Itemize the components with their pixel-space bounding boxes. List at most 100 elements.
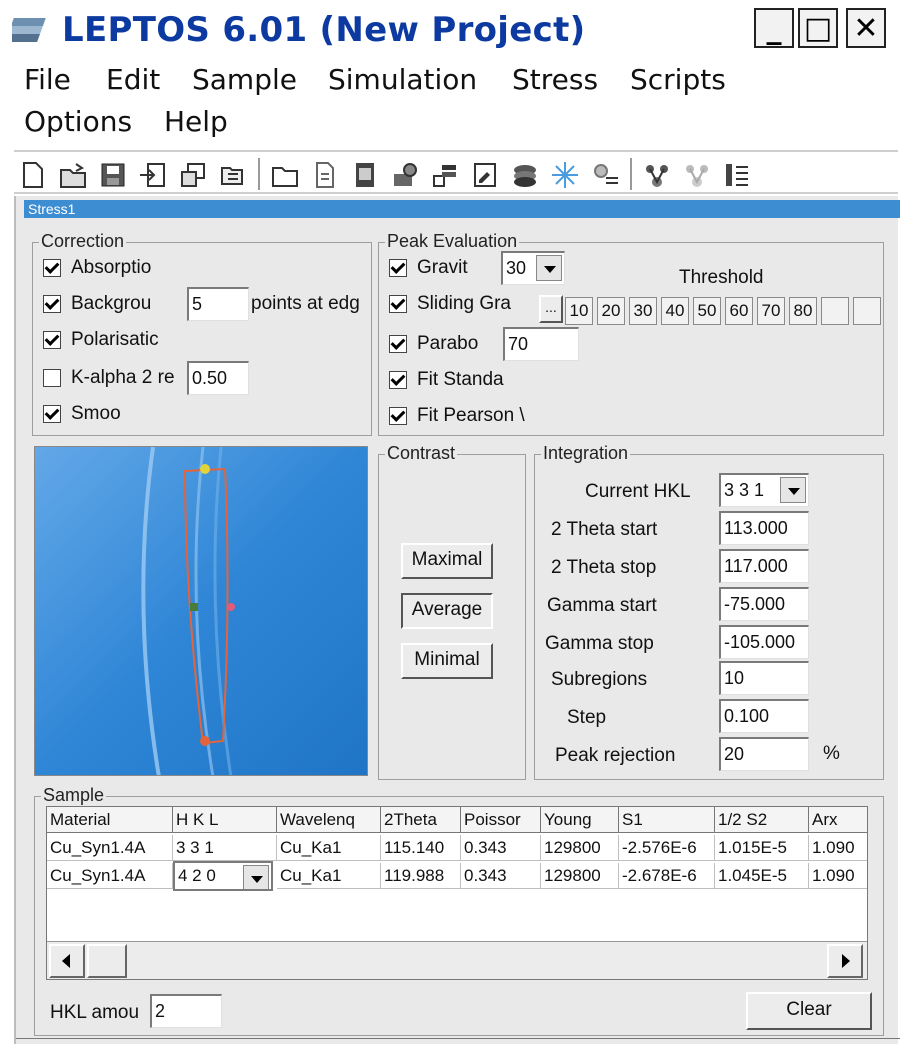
checkbox-box[interactable] bbox=[389, 259, 407, 277]
column-header-young[interactable]: Young bbox=[541, 807, 619, 833]
table-cell[interactable]: 119.988 bbox=[381, 863, 461, 889]
kalpha-ratio-input[interactable]: 0.50 bbox=[187, 361, 249, 395]
table-cell[interactable]: Cu_Ka1 bbox=[277, 863, 381, 889]
maximal-button[interactable]: Maximal bbox=[401, 543, 493, 579]
checkbox-box[interactable] bbox=[43, 331, 61, 349]
minimize-button[interactable]: _ bbox=[754, 8, 794, 48]
table-cell[interactable]: 3 3 1 bbox=[173, 835, 277, 861]
threshold-value[interactable]: 30 bbox=[629, 297, 657, 325]
checkbox-box[interactable] bbox=[43, 405, 61, 423]
column-header-material[interactable]: Material bbox=[47, 807, 173, 833]
column-header-2theta[interactable]: 2Theta bbox=[381, 807, 461, 833]
checkbox-box[interactable] bbox=[43, 369, 61, 387]
roi-top-handle[interactable] bbox=[200, 464, 210, 474]
column-header-poisson[interactable]: Poissor bbox=[461, 807, 541, 833]
bar-layers-icon[interactable] bbox=[430, 160, 460, 190]
table-cell[interactable]: Cu_Syn1.4A bbox=[47, 863, 173, 889]
polarisation-checkbox[interactable]: Polarisatic bbox=[43, 327, 159, 353]
folder-tree-icon[interactable] bbox=[218, 160, 248, 190]
theta-stop-input[interactable]: 117.000 bbox=[719, 549, 809, 583]
parabola-input[interactable]: 70 bbox=[503, 327, 579, 361]
checkbox-box[interactable] bbox=[389, 407, 407, 425]
threshold-value[interactable]: 10 bbox=[565, 297, 593, 325]
chevron-down-icon[interactable] bbox=[243, 865, 269, 889]
background-points-input[interactable]: 5 bbox=[187, 287, 249, 321]
table-cell[interactable]: 1.090 bbox=[809, 835, 867, 861]
step-input[interactable]: 0.100 bbox=[719, 699, 809, 733]
roi-right-handle[interactable] bbox=[227, 603, 235, 611]
minimal-button[interactable]: Minimal bbox=[401, 643, 493, 679]
close-button[interactable]: ✕ bbox=[846, 8, 886, 48]
table-cell[interactable]: -2.678E-6 bbox=[619, 863, 715, 889]
roi-left-handle[interactable] bbox=[190, 603, 198, 611]
checkbox-box[interactable] bbox=[389, 295, 407, 313]
column-header-s1[interactable]: S1 bbox=[619, 807, 715, 833]
device-icon[interactable] bbox=[350, 160, 380, 190]
fit-standard-checkbox[interactable]: Fit Standa bbox=[389, 367, 504, 393]
molecule-icon[interactable] bbox=[642, 160, 672, 190]
new-file-icon[interactable] bbox=[18, 160, 48, 190]
menu-options[interactable]: Options bbox=[24, 104, 132, 140]
detector-image-panel[interactable] bbox=[34, 446, 368, 776]
gravity-select[interactable]: 30 bbox=[501, 251, 565, 285]
threshold-value[interactable] bbox=[821, 297, 849, 325]
menu-stress[interactable]: Stress bbox=[512, 62, 598, 98]
table-cell[interactable]: 0.343 bbox=[461, 863, 541, 889]
stack-icon[interactable] bbox=[510, 160, 540, 190]
table-cell[interactable]: -2.576E-6 bbox=[619, 835, 715, 861]
threshold-value[interactable]: 40 bbox=[661, 297, 689, 325]
detector-image[interactable] bbox=[35, 447, 368, 776]
checkbox-box[interactable] bbox=[389, 335, 407, 353]
threshold-value[interactable]: 50 bbox=[693, 297, 721, 325]
menu-file[interactable]: File bbox=[24, 62, 71, 98]
checkbox-box[interactable] bbox=[43, 259, 61, 277]
copy-window-icon[interactable] bbox=[178, 160, 208, 190]
document-icon[interactable] bbox=[310, 160, 340, 190]
sliding-gravity-checkbox[interactable]: Sliding Gra bbox=[389, 291, 511, 317]
table-cell[interactable]: 1.015E-5 bbox=[715, 835, 809, 861]
molecule-faded-icon[interactable] bbox=[682, 160, 712, 190]
column-header-arx[interactable]: Arx bbox=[809, 807, 867, 833]
subregions-input[interactable]: 10 bbox=[719, 661, 809, 695]
menu-edit[interactable]: Edit bbox=[106, 62, 160, 98]
table-cell[interactable]: Cu_Syn1.4A bbox=[47, 835, 173, 861]
table-cell[interactable]: 1.045E-5 bbox=[715, 863, 809, 889]
title-bar[interactable]: LEPTOS 6.01 (New Project) _ □ ✕ bbox=[0, 0, 900, 56]
scroll-left-button[interactable] bbox=[49, 944, 85, 978]
checkbox-box[interactable] bbox=[389, 371, 407, 389]
background-checkbox[interactable]: Backgrou bbox=[43, 291, 151, 317]
sliding-options-button[interactable]: ... bbox=[539, 295, 563, 323]
threshold-value[interactable] bbox=[853, 297, 881, 325]
child-window-title[interactable]: Stress1 bbox=[24, 200, 900, 218]
horizontal-scrollbar[interactable] bbox=[47, 941, 867, 979]
column-header-hkl[interactable]: H K L bbox=[173, 807, 277, 833]
gear-list-icon[interactable] bbox=[590, 160, 620, 190]
kalpha-checkbox[interactable]: K-alpha 2 re bbox=[43, 365, 175, 391]
gear-stack-icon[interactable] bbox=[390, 160, 420, 190]
threshold-value[interactable]: 70 bbox=[757, 297, 785, 325]
menu-sample[interactable]: Sample bbox=[192, 62, 297, 98]
peak-rejection-input[interactable]: 20 bbox=[719, 737, 809, 771]
column-header-wavelength[interactable]: Wavelenq bbox=[277, 807, 381, 833]
import-icon[interactable] bbox=[138, 160, 168, 190]
parabola-checkbox[interactable]: Parabo bbox=[389, 331, 478, 357]
menu-simulation[interactable]: Simulation bbox=[328, 62, 477, 98]
star-icon[interactable] bbox=[550, 160, 580, 190]
smooth-checkbox[interactable]: Smoo bbox=[43, 401, 121, 427]
threshold-value[interactable]: 20 bbox=[597, 297, 625, 325]
menu-scripts[interactable]: Scripts bbox=[630, 62, 726, 98]
chevron-down-icon[interactable] bbox=[536, 255, 562, 281]
open-folder-icon[interactable] bbox=[58, 160, 88, 190]
gamma-start-input[interactable]: -75.000 bbox=[719, 587, 809, 621]
scroll-right-button[interactable] bbox=[827, 944, 863, 978]
table-cell[interactable]: 129800 bbox=[541, 835, 619, 861]
clear-button[interactable]: Clear bbox=[746, 992, 872, 1030]
theta-start-input[interactable]: 113.000 bbox=[719, 511, 809, 545]
absorption-checkbox[interactable]: Absorptio bbox=[43, 255, 151, 281]
table-cell[interactable]: 0.343 bbox=[461, 835, 541, 861]
gravity-checkbox[interactable]: Gravit bbox=[389, 255, 468, 281]
threshold-value[interactable]: 80 bbox=[789, 297, 817, 325]
maximize-button[interactable]: □ bbox=[798, 8, 838, 48]
save-icon[interactable] bbox=[98, 160, 128, 190]
fit-pearson-checkbox[interactable]: Fit Pearson \ bbox=[389, 403, 525, 429]
